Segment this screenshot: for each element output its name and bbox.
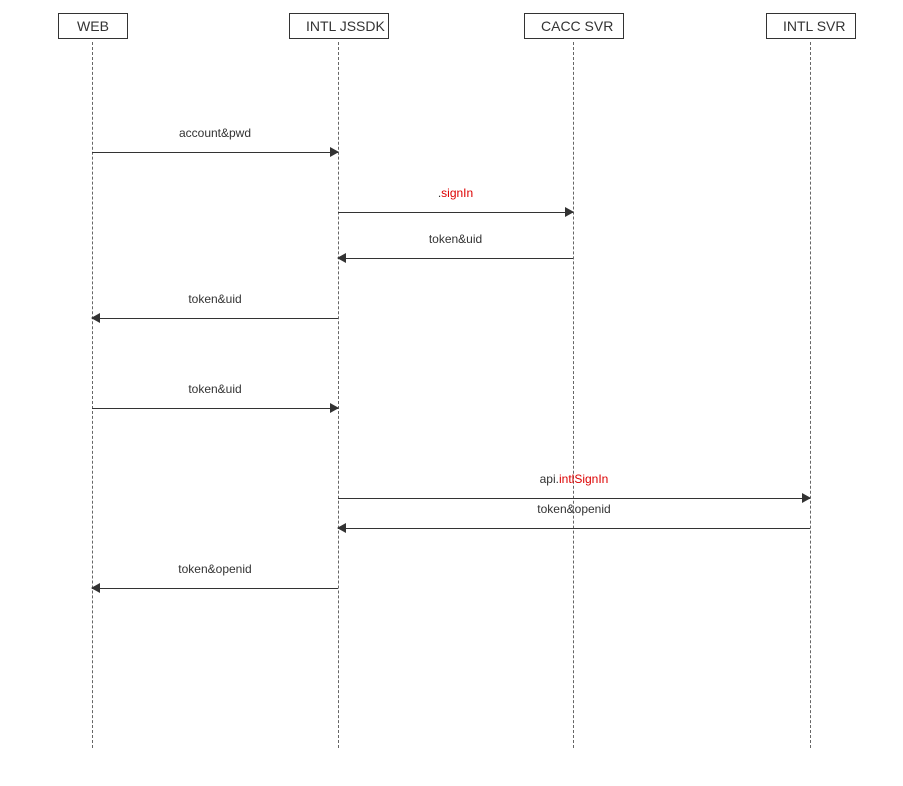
participant-jssdk: INTL JSSDK — [289, 13, 389, 39]
participant-intl: INTL SVR — [766, 13, 856, 39]
lifeline-intl — [810, 42, 811, 748]
msg-token-uid-1: token&uid — [338, 248, 573, 272]
msg-label: token&uid — [92, 382, 338, 396]
msg-label: .signIn — [338, 186, 573, 200]
msg-token-uid-2: token&uid — [92, 308, 338, 332]
msg-signin: .signIn — [338, 202, 573, 226]
msg-highlight: signIn — [441, 186, 473, 200]
msg-token-openid-2: token&openid — [92, 578, 338, 602]
lifeline-cacc — [573, 42, 574, 748]
participant-cacc: CACC SVR — [524, 13, 624, 39]
msg-token-openid-1: token&openid — [338, 518, 810, 542]
msg-label: token&uid — [338, 232, 573, 246]
msg-label: api.intlSignIn — [338, 472, 810, 486]
msg-label: token&openid — [92, 562, 338, 576]
msg-account-pwd: account&pwd — [92, 142, 338, 166]
participant-web: WEB — [58, 13, 128, 39]
msg-highlight: intlSignIn — [559, 472, 608, 486]
msg-prefix: api. — [540, 472, 559, 486]
msg-label: token&uid — [92, 292, 338, 306]
msg-label: token&openid — [338, 502, 810, 516]
msg-token-uid-3: token&uid — [92, 398, 338, 422]
msg-label: account&pwd — [92, 126, 338, 140]
